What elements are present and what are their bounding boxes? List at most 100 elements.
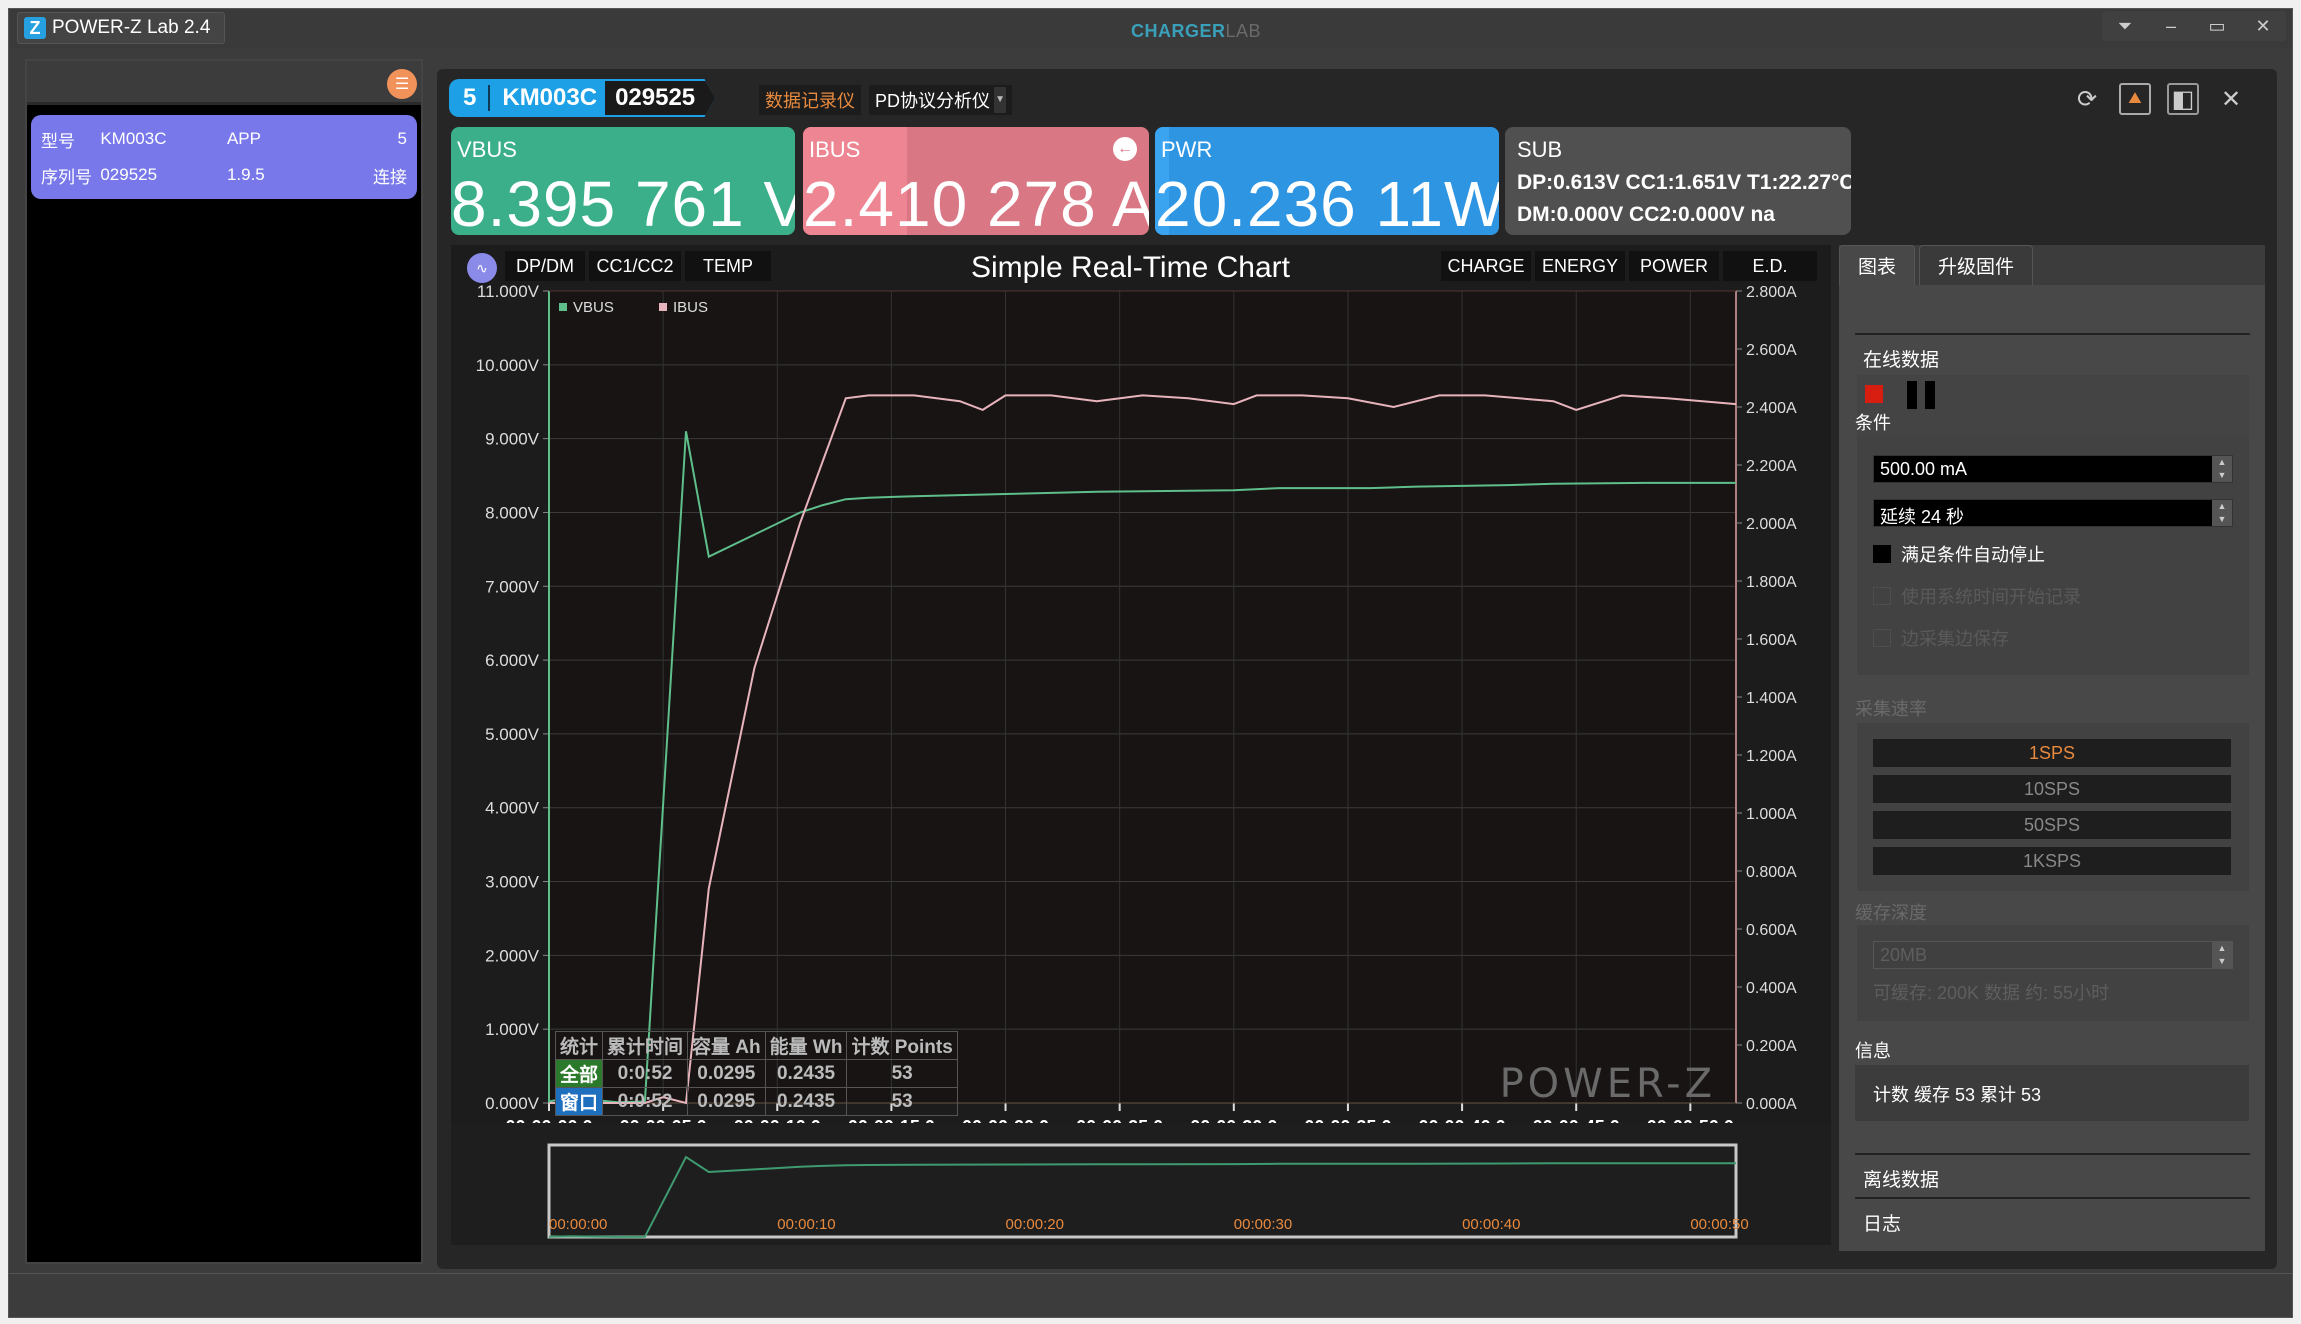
condition-label: 条件 bbox=[1855, 413, 1891, 433]
log-header[interactable]: 日志 bbox=[1855, 1197, 2249, 1237]
device-id: 5 bbox=[463, 84, 477, 111]
brand-prefix: C bbox=[1131, 21, 1145, 41]
overview-tick-label: 00:00:20 bbox=[1006, 1216, 1064, 1233]
stats-cell: 0.2435 bbox=[764, 1087, 848, 1116]
rate-1sps-button[interactable]: 1SPS bbox=[1873, 739, 2231, 767]
system-time-label: 使用系统时间开始记录 bbox=[1901, 587, 2081, 607]
device-list-header: ☰ bbox=[27, 61, 421, 105]
overview-tick-label: 00:00:10 bbox=[777, 1216, 835, 1233]
sub-label: SUB bbox=[1517, 137, 1563, 162]
checkbox-box[interactable] bbox=[1873, 587, 1891, 605]
offline-data-header[interactable]: 离线数据 bbox=[1855, 1153, 2249, 1193]
plug-refresh-icon[interactable]: ⟳ bbox=[2071, 83, 2103, 115]
y2-tick-label: 1.600A bbox=[1746, 632, 1797, 649]
stats-header: 统计 bbox=[554, 1031, 604, 1060]
overview-tick-label: 00:00:30 bbox=[1234, 1216, 1292, 1233]
system-time-checkbox[interactable]: 使用系统时间开始记录 bbox=[1873, 583, 2081, 609]
stats-header: 能量 Wh bbox=[764, 1031, 848, 1060]
y-tick-label: 4.000V bbox=[485, 799, 540, 818]
current-threshold-value: 500.00 mA bbox=[1880, 459, 1968, 479]
auto-stop-checkbox[interactable]: 满足条件自动停止 bbox=[1873, 541, 2045, 567]
buffer-depth-value: 20MB bbox=[1880, 945, 1928, 965]
rate-10sps-button[interactable]: 10SPS bbox=[1873, 775, 2231, 803]
sub-line-2: DM:0.000V CC2:0.000V na bbox=[1517, 203, 1775, 226]
online-data-header[interactable]: 在线数据 bbox=[1855, 333, 2249, 373]
app-title-tab[interactable]: Z POWER-Z Lab 2.4 bbox=[17, 12, 226, 44]
stats-cell: 0.0295 bbox=[687, 1059, 766, 1088]
ed-button[interactable]: E.D. bbox=[1723, 251, 1817, 281]
current-threshold-input[interactable]: 500.00 mA ▲ ▼ bbox=[1873, 455, 2233, 483]
overview-background bbox=[451, 1123, 1831, 1245]
ibus-value: 2.410 278 A bbox=[803, 168, 1149, 235]
side-panel: 图表 升级固件 在线数据 条件 500.00 mA ▲ ▼ 延续 24 秒 ▲ … bbox=[1839, 245, 2265, 1251]
y2-tick-label: 1.400A bbox=[1746, 690, 1797, 707]
buffer-depth-input[interactable]: 20MB ▲ ▼ bbox=[1873, 941, 2233, 969]
stats-row-label: 全部 bbox=[554, 1059, 604, 1088]
temp-button[interactable]: TEMP bbox=[685, 251, 771, 281]
minimize-icon[interactable]: – bbox=[2148, 11, 2194, 41]
chart-area: 0.000V 1.000V 2.000V 3.000V 4.000V 5.000V 6.00… bbox=[451, 245, 1831, 1245]
buffer-note: 可缓存: 200K 数据 约: 55小时 bbox=[1873, 983, 2110, 1003]
chevron-down-icon[interactable]: ▼ bbox=[994, 87, 1007, 113]
mode-pd-analyzer[interactable]: PD协议分析仪 ▼ bbox=[869, 85, 1013, 115]
list-icon[interactable]: ☰ bbox=[387, 69, 417, 99]
y-tick-label: 5.000V bbox=[485, 725, 540, 744]
device-list-panel: ☰ 型号 KM003C APP 5 序列号 029525 1.9.5 连接 bbox=[25, 59, 423, 1264]
overview-tick-label: 00:00:00 bbox=[549, 1216, 607, 1233]
checkbox-box[interactable] bbox=[1873, 629, 1891, 647]
cc1cc2-button[interactable]: CC1/CC2 bbox=[589, 251, 681, 281]
charge-button[interactable]: CHARGE bbox=[1441, 251, 1531, 281]
rate-1ksps-button[interactable]: 1KSPS bbox=[1873, 847, 2231, 875]
spinner-arrows-icon[interactable]: ▲ ▼ bbox=[2212, 456, 2232, 482]
close-panel-icon[interactable]: ✕ bbox=[2215, 83, 2247, 115]
y-tick-label: 7.000V bbox=[485, 577, 540, 596]
y-tick-label: 0.000V bbox=[485, 1094, 540, 1113]
device-card[interactable]: 型号 KM003C APP 5 序列号 029525 1.9.5 连接 bbox=[31, 115, 417, 199]
image-icon[interactable]: ⛰ bbox=[2119, 83, 2151, 115]
power-meter: PWR 20.236 11W bbox=[1155, 127, 1499, 235]
arrow-left-icon[interactable]: ← bbox=[1113, 137, 1137, 161]
spinner-arrows-icon[interactable]: ▲ ▼ bbox=[2212, 500, 2232, 526]
power-z-watermark: POWER-Z bbox=[1500, 1061, 1716, 1107]
y2-tick-label: 0.200A bbox=[1746, 1038, 1797, 1055]
app-key: APP bbox=[226, 129, 261, 148]
dpdm-button[interactable]: DP/DM bbox=[505, 251, 585, 281]
overview-tick-label: 00:00:50 bbox=[1690, 1216, 1748, 1233]
maximize-icon[interactable]: ▭ bbox=[2194, 11, 2240, 41]
serial-value: 029525 bbox=[100, 165, 158, 184]
device-badge: 5 KM003C 029525 bbox=[449, 79, 716, 117]
pause-icon-bar-right[interactable] bbox=[1925, 381, 1935, 409]
energy-button[interactable]: ENERGY bbox=[1535, 251, 1625, 281]
legend-label-ibus: IBUS bbox=[673, 299, 708, 316]
chart-mode-icon[interactable]: ∿ bbox=[467, 253, 497, 283]
app-value: 5 bbox=[397, 129, 407, 148]
rate-50sps-button[interactable]: 50SPS bbox=[1873, 811, 2231, 839]
close-icon[interactable]: ✕ bbox=[2240, 11, 2286, 41]
y-tick-label: 11.000V bbox=[477, 282, 540, 301]
duration-input[interactable]: 延续 24 秒 ▲ ▼ bbox=[1873, 499, 2233, 527]
stop-record-icon[interactable] bbox=[1865, 385, 1883, 403]
ibus-label: IBUS bbox=[809, 137, 861, 162]
y-tick-label: 3.000V bbox=[485, 873, 540, 892]
tab-chart[interactable]: 图表 bbox=[1839, 245, 1916, 285]
layout-panel-icon[interactable]: ◧ bbox=[2167, 83, 2199, 115]
vbus-label: VBUS bbox=[457, 137, 517, 162]
y2-tick-label: 0.600A bbox=[1746, 922, 1797, 939]
legend-swatch-vbus bbox=[559, 303, 567, 311]
mode-data-recorder[interactable]: 数据记录仪 bbox=[759, 85, 861, 115]
app-title: POWER-Z Lab 2.4 bbox=[52, 17, 211, 38]
buffer-group bbox=[1857, 925, 2249, 1021]
pin-icon[interactable]: ⏷ bbox=[2102, 11, 2148, 41]
stats-cell: 0.2435 bbox=[764, 1059, 848, 1088]
stats-row-all: 全部 0:0:52 0.0295 0.2435 53 bbox=[554, 1059, 958, 1088]
spinner-arrows-icon[interactable]: ▲ ▼ bbox=[2212, 942, 2232, 968]
save-while-collecting-checkbox[interactable]: 边采集边保存 bbox=[1873, 625, 2009, 651]
tab-firmware[interactable]: 升级固件 bbox=[1919, 245, 2034, 285]
pause-icon-bar-left[interactable] bbox=[1907, 381, 1917, 409]
device-row-model: 型号 KM003C APP 5 bbox=[41, 121, 407, 157]
main-panel: 5 KM003C 029525 数据记录仪 PD协议分析仪 ▼ ⟳ ⛰ ◧ ✕ … bbox=[437, 69, 2277, 1269]
checkbox-box[interactable] bbox=[1873, 545, 1891, 563]
power-button[interactable]: POWER bbox=[1629, 251, 1719, 281]
stats-table: 统计 累计时间 容量 Ah 能量 Wh 计数 Points 全部 0:0:52 … bbox=[554, 1031, 958, 1116]
title-bar: Z POWER-Z Lab 2.4 CHARGERLAB ⏷ – ▭ ✕ bbox=[9, 9, 2292, 49]
